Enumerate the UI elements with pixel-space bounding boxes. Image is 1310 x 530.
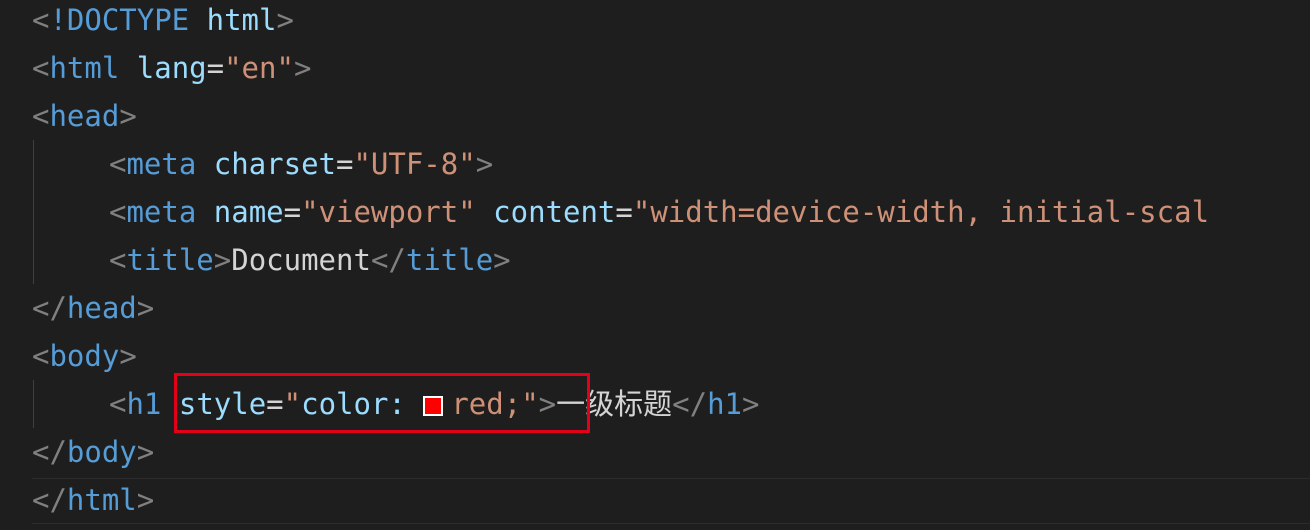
- token-attr: lang: [136, 51, 207, 85]
- code-line-8[interactable]: <body>: [32, 332, 137, 380]
- token-attr: html: [206, 3, 277, 37]
- code-line-3[interactable]: <head>: [32, 92, 137, 140]
- indent-guide-head: [33, 140, 34, 284]
- token-punct: >: [276, 3, 294, 37]
- token-css-property: color:: [301, 387, 406, 421]
- code-line-7[interactable]: </head>: [32, 284, 154, 332]
- code-line-2[interactable]: <html lang="en">: [32, 44, 311, 92]
- code-line-5[interactable]: <meta name="viewport" content="width=dev…: [109, 188, 1209, 236]
- current-line-highlight: [32, 478, 1310, 524]
- token-tag: meta: [126, 195, 197, 229]
- code-line-11[interactable]: </html>: [32, 476, 154, 524]
- token-text: Document: [231, 243, 371, 277]
- token-tag: title: [405, 243, 494, 277]
- token-tag: body: [66, 435, 137, 469]
- token-attr: style: [178, 387, 267, 421]
- token-string: "viewport": [301, 195, 476, 229]
- token-tag: html: [49, 51, 120, 85]
- token-attr: name: [213, 195, 284, 229]
- color-swatch-icon[interactable]: [423, 396, 444, 416]
- code-line-6[interactable]: <title>Document</title>: [109, 236, 511, 284]
- token-tag: head: [66, 291, 137, 325]
- token-attr: charset: [213, 147, 336, 181]
- token-text: 一级标题: [556, 387, 673, 421]
- code-line-4[interactable]: <meta charset="UTF-8">: [109, 140, 493, 188]
- token-tag: head: [49, 99, 120, 133]
- token-string: "UTF-8": [353, 147, 476, 181]
- token-tag: html: [66, 483, 137, 517]
- token-css-value: red;: [451, 387, 522, 421]
- token-string: "width=device-width, initial-scal: [632, 195, 1210, 229]
- code-line-1[interactable]: <!DOCTYPE html>: [32, 0, 294, 44]
- token-tag: body: [49, 339, 120, 373]
- token-doctype: !DOCTYPE: [49, 3, 190, 37]
- indent-guide-body: [33, 380, 34, 428]
- token-tag: meta: [126, 147, 197, 181]
- token-tag: title: [126, 243, 214, 277]
- token-punct: <: [32, 3, 50, 37]
- token-tag: h1: [126, 387, 162, 421]
- token-attr: content: [493, 195, 616, 229]
- code-line-10[interactable]: </body>: [32, 428, 154, 476]
- token-tag: h1: [707, 387, 742, 421]
- code-editor[interactable]: <!DOCTYPE html> <html lang="en"> <head> …: [0, 0, 1310, 530]
- code-line-9[interactable]: <h1 style="color: red;">一级标题</h1>: [109, 380, 759, 428]
- token-string: "en": [224, 51, 294, 85]
